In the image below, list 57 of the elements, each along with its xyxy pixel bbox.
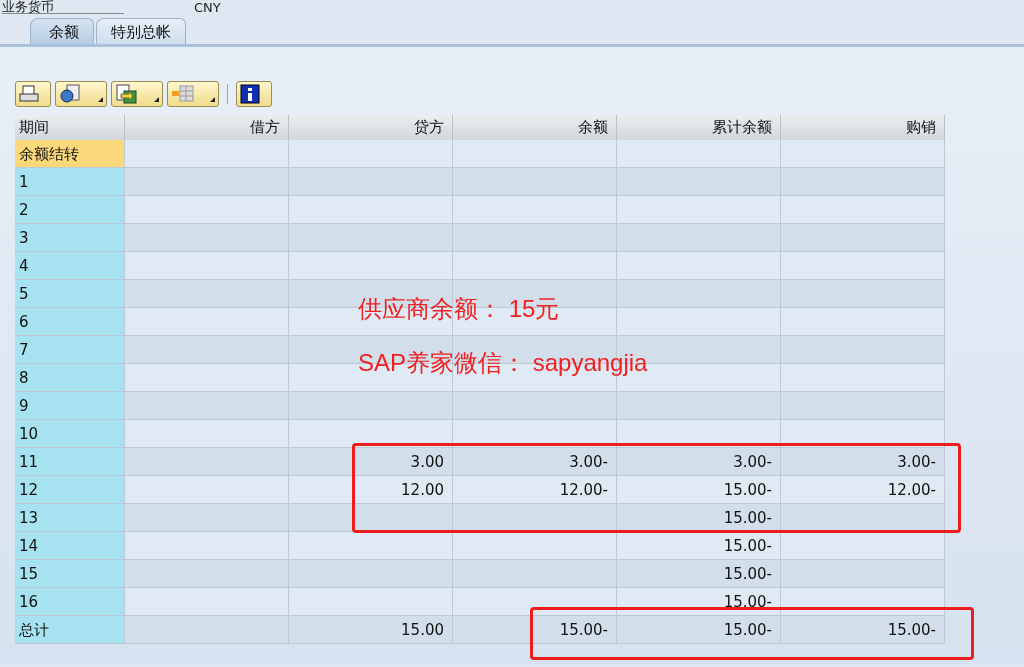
period-cell: 2 xyxy=(15,196,125,224)
table-cell: 3.00- xyxy=(617,448,781,476)
tab[interactable]: 余额 xyxy=(30,18,94,44)
table-cell: 3.00 xyxy=(289,448,453,476)
documents-icon xyxy=(59,84,83,104)
table-layout-icon xyxy=(171,85,195,103)
printer-icon xyxy=(19,85,39,103)
period-cell: 3 xyxy=(15,224,125,252)
table-cell: 12.00- xyxy=(781,476,945,504)
table-cell: 15.00 xyxy=(289,616,453,644)
period-cell: 总计 xyxy=(15,616,125,644)
period-cell: 5 xyxy=(15,280,125,308)
annotation-text: SAP养家微信： sapyangjia xyxy=(358,350,648,376)
period-cell: 7 xyxy=(15,336,125,364)
period-cell: 6 xyxy=(15,308,125,336)
period-cell: 9 xyxy=(15,392,125,420)
table-cell: 12.00 xyxy=(289,476,453,504)
period-cell: 16 xyxy=(15,588,125,616)
period-cell: 10 xyxy=(15,420,125,448)
info-icon xyxy=(240,84,260,104)
table-cell: 15.00- xyxy=(617,560,781,588)
period-cell: 14 xyxy=(15,532,125,560)
table-cell: 15.00- xyxy=(617,616,781,644)
column-header: 借方 xyxy=(125,115,289,140)
table-cell: 3.00- xyxy=(453,448,617,476)
column-header: 购销 xyxy=(781,115,945,140)
field-label: 业务货币 xyxy=(2,0,124,14)
table-cell: 3.00- xyxy=(781,448,945,476)
tab[interactable]: 特别总帐 xyxy=(96,18,186,44)
field-value: CNY xyxy=(194,1,221,14)
toolbar-button[interactable] xyxy=(236,81,272,107)
table-cell: 15.00- xyxy=(617,588,781,616)
column-header: 累计余额 xyxy=(617,115,781,140)
period-cell: 15 xyxy=(15,560,125,588)
column-header: 贷方 xyxy=(289,115,453,140)
menu-button[interactable] xyxy=(111,81,163,107)
column-header: 余额 xyxy=(453,115,617,140)
table-cell: 12.00- xyxy=(453,476,617,504)
export-icon xyxy=(115,84,139,104)
table-cell: 15.00- xyxy=(781,616,945,644)
caret-icon xyxy=(210,97,215,102)
period-cell: 8 xyxy=(15,364,125,392)
menu-button[interactable] xyxy=(55,81,107,107)
period-cell: 1 xyxy=(15,168,125,196)
table-cell: 15.00- xyxy=(453,616,617,644)
caret-icon xyxy=(154,97,159,102)
table-cell: 15.00- xyxy=(617,476,781,504)
period-cell: 11 xyxy=(15,448,125,476)
caret-icon xyxy=(98,97,103,102)
period-cell: 12 xyxy=(15,476,125,504)
column-header: 期间 xyxy=(15,115,125,140)
annotation-text: 供应商余额： 15元 xyxy=(358,296,560,322)
table-cell: 15.00- xyxy=(617,504,781,532)
period-cell: 4 xyxy=(15,252,125,280)
period-cell: 余额结转 xyxy=(15,140,125,168)
period-cell: 13 xyxy=(15,504,125,532)
table-cell: 15.00- xyxy=(617,532,781,560)
